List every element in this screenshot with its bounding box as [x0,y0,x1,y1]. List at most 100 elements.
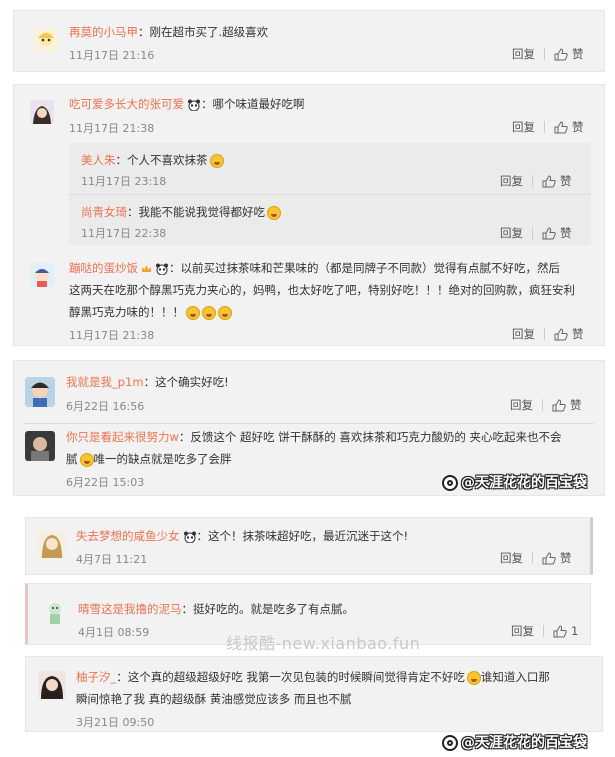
avatar[interactable] [34,28,58,52]
comment-timestamp: 11月17日 21:38 [69,329,155,342]
avatar[interactable] [38,671,66,699]
crown-icon [142,264,151,272]
comment-text-line: 晴雪这是我撸的泥马：挺好吃的。就是吃多了有点腻。 [78,601,354,617]
comment-card: 吃可爱多长大的张可爱 ：哪个味道最好吃啊 11月17日 21:38 回复 赞 美人… [13,84,605,346]
weibo-logo-icon [442,475,458,491]
grinning-emoji-icon [267,205,281,220]
divider [532,227,533,239]
thumbs-up-icon [553,625,567,638]
grinning-emoji-icon [202,305,216,320]
comment-username[interactable]: 失去梦想的咸鱼少女 [76,529,180,543]
like-button[interactable]: 赞 [554,46,584,62]
comment-text: ：哪个味道最好吃啊 [201,97,305,111]
comment-username[interactable]: 我就是我_p1m [66,375,144,389]
comment-text: ：反馈这个 超好吃 饼干酥酥的 喜欢抹茶和巧克力酸奶的 夹心吃起来也不会 [178,430,562,444]
avatar[interactable] [30,263,54,287]
avatar[interactable] [25,377,55,407]
like-button[interactable]: 赞 [542,225,572,241]
reply-button[interactable]: 回复 [500,173,523,189]
like-label: 赞 [572,327,584,341]
reply-text-line: 尚青女琦：我能不能说我觉得都好吃 [81,204,281,220]
comment-actions: 回复 赞 [512,119,584,135]
reply-timestamp: 11月17日 22:38 [81,227,167,240]
avatar[interactable] [38,530,66,558]
like-button[interactable]: 1 [553,624,578,638]
like-button[interactable]: 赞 [542,550,572,566]
divider [542,399,543,411]
divider [69,194,591,195]
like-button[interactable]: 赞 [554,326,584,342]
reply-button[interactable]: 回复 [511,623,534,639]
comment-card: 柚子汐_：这个真的超级超级好吃 我第一次见包装的时候瞬间觉得肯定不好吃 谁知道入口… [25,656,603,732]
comment-text-line: 醇黑巧克力味的！！！ [69,304,232,320]
comment-username[interactable]: 柚子汐_ [76,670,116,684]
watermark-text: @天涯花花的百宝袋 [461,735,587,751]
panda-icon [156,263,168,275]
watermark-text: @天涯花花的百宝袋 [461,475,587,491]
weibo-logo-icon [442,735,458,751]
reply-timestamp: 11月17日 23:18 [81,175,167,188]
reply-thread: 美人朱：个人不喜欢抹茶 11月17日 23:18 回复 赞 尚青女琦：我能不能说… [69,143,591,245]
comment-text-line: 腻 唯一的缺点就是吃多了会胖 [66,451,232,467]
comment-text-line: 失去梦想的咸鱼少女 ：这个！抹茶味超好吃，最近沉迷于这个! [76,528,408,544]
like-button[interactable]: 赞 [552,397,582,413]
thumbs-up-icon [554,328,568,341]
comment-timestamp: 3月21日 09:50 [76,716,155,729]
like-label: 赞 [560,174,572,188]
reply-button[interactable]: 回复 [512,46,535,62]
like-label: 赞 [572,47,584,61]
avatar[interactable] [30,100,54,124]
comment-text: 瞬间惊艳了我 真的超级酥 黄油感觉应该多 而且也不腻 [76,692,352,706]
comment-text-line: 柚子汐_：这个真的超级超级好吃 我第一次见包装的时候瞬间觉得肯定不好吃 谁知道入口… [76,669,550,685]
comment-text-line: 再莫的小马甲：刚在超市买了.超级喜欢 [69,24,268,40]
comment-username[interactable]: 吃可爱多长大的张可爱 [69,97,184,111]
like-label: 赞 [560,226,572,240]
comment-timestamp: 4月1日 08:59 [78,626,150,639]
reply-username[interactable]: 尚青女琦 [81,205,127,219]
divider [544,121,545,133]
comment-timestamp: 6月22日 16:56 [66,400,145,413]
comment-username[interactable]: 你只是看起来很努力w [66,430,179,444]
reply-text-line: 美人朱：个人不喜欢抹茶 [81,152,224,168]
reply-actions: 回复 赞 [500,173,572,189]
grinning-emoji-icon [218,305,232,320]
comment-text: 醇黑巧克力味的！！！ [69,305,184,319]
panda-icon [183,531,196,543]
comment-text: 谁知道入口那 [480,670,550,684]
like-button[interactable]: 赞 [542,173,572,189]
grinning-emoji-icon [466,670,481,685]
like-label: 赞 [572,120,584,134]
divider [532,552,533,564]
thumbs-up-icon [554,121,568,134]
thumbs-up-icon [542,175,556,188]
comment-text: ：这个！抹茶味超好吃，最近沉迷于这个! [196,529,409,543]
comment-timestamp: 11月17日 21:16 [69,49,155,62]
panda-icon [188,99,200,111]
reply-button[interactable]: 回复 [500,225,523,241]
avatar[interactable] [25,431,55,461]
like-label: 赞 [560,551,572,565]
comment-text-line: 我就是我_p1m：这个确实好吃! [66,374,229,390]
reply-button[interactable]: 回复 [510,397,533,413]
reply-button[interactable]: 回复 [500,550,523,566]
comment-actions: 回复 赞 [512,46,584,62]
comment-username[interactable]: 晴雪这是我撸的泥马 [78,602,182,616]
comment-username[interactable]: 再莫的小马甲 [69,25,138,39]
avatar[interactable] [42,598,68,626]
reply-text: ：个人不喜欢抹茶 [115,153,208,167]
comment-username[interactable]: 蹦哒的蛋炒饭 [69,261,138,275]
comment-card: 再莫的小马甲：刚在超市买了.超级喜欢 11月17日 21:16 回复 赞 [13,10,605,72]
reply-actions: 回复 赞 [500,225,572,241]
reply-button[interactable]: 回复 [512,119,535,135]
comment-actions: 回复 赞 [510,397,582,413]
comment-actions: 回复 赞 [512,326,584,342]
reply-username[interactable]: 美人朱 [81,153,116,167]
comment-card: 失去梦想的咸鱼少女 ：这个！抹茶味超好吃，最近沉迷于这个! 4月7日 11:21 … [25,517,593,575]
divider [532,175,533,187]
like-button[interactable]: 赞 [554,119,584,135]
watermark-tag: @天涯花花的百宝袋 [442,732,587,752]
thumbs-up-icon [542,227,556,240]
comment-timestamp: 6月22日 15:03 [66,476,145,489]
comment-text: ：刚在超市买了.超级喜欢 [138,25,269,39]
reply-button[interactable]: 回复 [512,326,535,342]
